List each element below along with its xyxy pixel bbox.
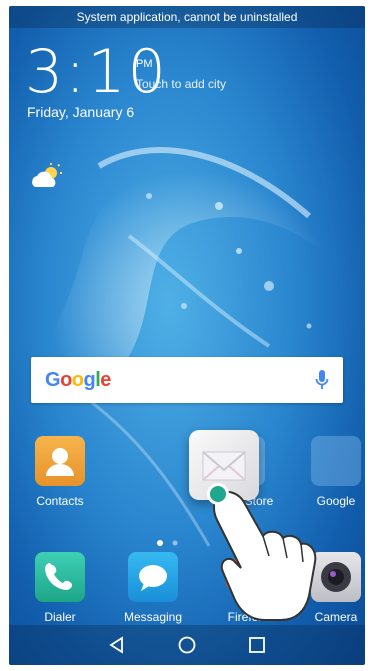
clock-time[interactable]: 3:10: [25, 42, 168, 102]
google-search-bar[interactable]: G o o g l e: [31, 357, 343, 403]
google-letter: o: [60, 369, 72, 391]
app-dialer[interactable]: Dialer: [25, 552, 95, 624]
google-letter: G: [45, 369, 61, 391]
app-label: Contacts: [36, 494, 84, 508]
home-icon[interactable]: [177, 635, 197, 655]
app-label: Messaging: [123, 610, 183, 624]
mic-icon[interactable]: [315, 369, 329, 391]
clock-ampm: PM: [136, 58, 153, 70]
google-folder-icon: [311, 436, 361, 486]
page-indicator: [155, 534, 185, 546]
back-icon[interactable]: [107, 635, 127, 655]
recents-icon[interactable]: [247, 635, 267, 655]
status-bar: System application, cannot be uninstalle…: [9, 6, 365, 28]
weather-icon[interactable]: [29, 163, 65, 191]
phone-icon: [35, 552, 85, 602]
phone-screen: System application, cannot be uninstalle…: [9, 6, 365, 665]
add-city-hint[interactable]: Touch to add city: [136, 77, 226, 91]
status-message: System application, cannot be uninstalle…: [76, 10, 298, 24]
google-letter: g: [83, 369, 96, 391]
google-logo: G o o g l e: [45, 369, 111, 392]
touch-point: [207, 483, 229, 505]
google-letter: e: [100, 369, 111, 391]
app-messaging[interactable]: Messaging: [118, 552, 188, 624]
contacts-icon: [35, 436, 85, 486]
app-label: Dialer: [44, 610, 76, 624]
google-letter: o: [71, 369, 84, 391]
clock-date: Friday, January 6: [27, 104, 135, 120]
navigation-bar: [9, 625, 365, 665]
messaging-icon: [128, 552, 178, 602]
app-contacts[interactable]: Contacts: [25, 436, 95, 508]
hand-pointer-icon: [213, 490, 317, 621]
